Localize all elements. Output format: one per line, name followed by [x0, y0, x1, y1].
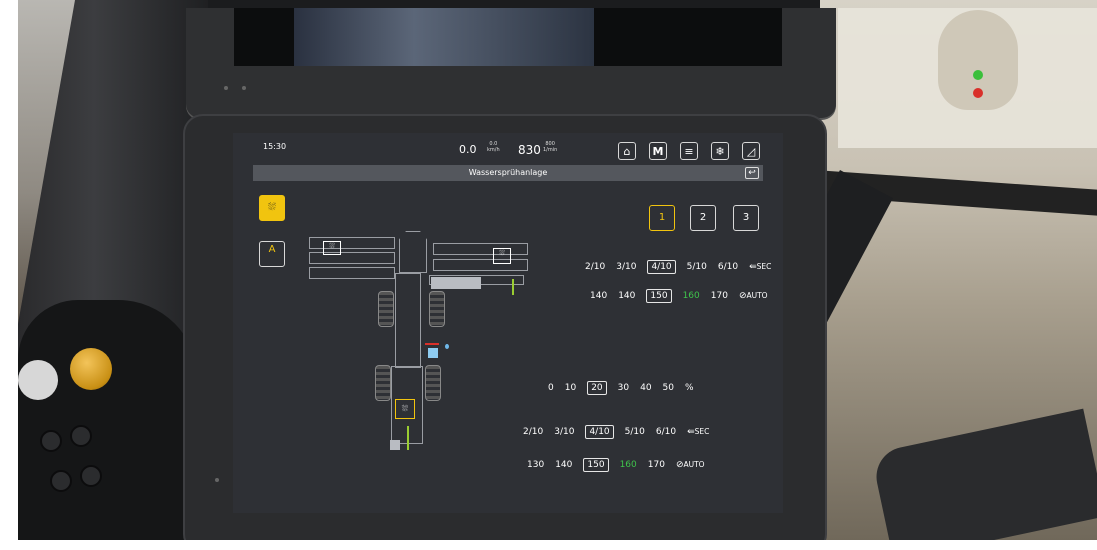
interval-option-selected[interactable]: 4/10 — [647, 260, 676, 274]
interval-option[interactable]: 5/10 — [625, 427, 645, 437]
interval-option-selected[interactable]: 4/10 — [585, 425, 614, 439]
tank-marker — [425, 343, 439, 345]
nozzle-right-icon: ⛆ — [493, 248, 511, 264]
boom-right-mid — [433, 259, 528, 271]
level-mark — [512, 279, 514, 295]
speed-unit: 0.0 km/h — [487, 141, 500, 153]
spray-main-button[interactable]: ⛆ — [259, 195, 285, 221]
boom-fill — [431, 277, 481, 289]
back-button[interactable]: ↩ — [745, 167, 759, 179]
boom-left-top — [309, 237, 395, 249]
machine-body — [395, 273, 421, 368]
border — [0, 540, 1097, 550]
home-icon: ⌂ — [623, 145, 631, 158]
percent-unit: % — [685, 383, 694, 393]
nozzle-1-button[interactable]: 1 — [649, 205, 675, 231]
spray-sec-icon: ⇚SEC — [749, 262, 772, 272]
boom-left-bottom — [309, 267, 395, 279]
wheel-front-left — [378, 291, 394, 327]
interval-option[interactable]: 2/10 — [585, 262, 605, 272]
rear-nozzle-icon: ⛆ — [395, 399, 415, 419]
joystick-right — [938, 10, 1018, 110]
boom-right-top — [433, 243, 528, 255]
interval-option[interactable]: 3/10 — [554, 427, 574, 437]
console-button — [50, 470, 72, 492]
clock: 15:30 — [263, 142, 287, 151]
notes-icon: ≡ — [684, 145, 694, 158]
pressure-option[interactable]: 170 — [711, 291, 728, 301]
wheel-rear-left — [375, 365, 391, 401]
white-knob — [18, 360, 58, 400]
console-button — [40, 430, 62, 452]
spray-auto-button[interactable]: A — [259, 241, 285, 267]
nozzle-1-icon: 1 — [658, 212, 666, 223]
speed-value: 0.0 — [459, 143, 477, 156]
interval-option[interactable]: 3/10 — [616, 262, 636, 272]
drop-icon — [445, 344, 449, 349]
notes-button[interactable]: ≡ — [680, 142, 698, 160]
terminal-screen: 15:30 0.0 0.0 km/h 830 800 1/min ⌂ M ≡ ❄ ◿… — [233, 133, 783, 513]
pressure-option-active[interactable]: 160 — [620, 460, 637, 470]
camera-monitor — [186, 8, 836, 118]
spray-auto-icon: A — [268, 244, 276, 255]
home-button[interactable]: ⌂ — [618, 142, 636, 160]
spray-sec-icon: ⇚SEC — [687, 427, 710, 437]
m-button[interactable]: M — [649, 142, 667, 160]
boom-left-mid — [309, 252, 395, 264]
page-title: Wassersprühanlage — [468, 168, 548, 177]
upper-pressure-row: 140 140 150 160 170 ⊘AUTO — [590, 289, 779, 303]
rpm-unit: 800 1/min — [543, 141, 558, 153]
cab-scene: 15:30 0.0 0.0 km/h 830 800 1/min ⌂ M ≡ ❄ ◿… — [0, 0, 1097, 550]
nozzle-2-icon: 2 — [699, 212, 707, 223]
joystick-left — [18, 300, 198, 540]
percent-option[interactable]: 50 — [663, 383, 674, 393]
wiper-icon: ◿ — [746, 145, 756, 158]
upper-interval-row: 2/10 3/10 4/10 5/10 6/10 ⇚SEC — [585, 260, 782, 274]
pressure-option-selected[interactable]: 150 — [583, 458, 609, 472]
auto-gauge-icon: ⊘AUTO — [675, 460, 705, 470]
interval-option[interactable]: 6/10 — [656, 427, 676, 437]
interval-option[interactable]: 2/10 — [523, 427, 543, 437]
percent-option[interactable]: 0 — [548, 383, 554, 393]
percent-row: 0 10 20 30 40 50% — [548, 381, 705, 395]
rear-level-mark — [407, 426, 409, 450]
yellow-knob — [70, 348, 112, 390]
nozzle-2-button[interactable]: 2 — [690, 205, 716, 231]
pressure-option-active[interactable]: 160 — [683, 291, 700, 301]
camera-view — [234, 8, 782, 66]
interval-option[interactable]: 5/10 — [687, 262, 707, 272]
title-bar: Wassersprühanlage ↩ — [253, 165, 763, 181]
lower-interval-row: 2/10 3/10 4/10 5/10 6/10 ⇚SEC — [523, 425, 720, 439]
rear-fill — [390, 440, 400, 450]
interval-option[interactable]: 6/10 — [718, 262, 738, 272]
console-button — [80, 465, 102, 487]
nozzle-left-icon: ⛆ — [323, 241, 341, 255]
border — [0, 0, 18, 550]
console-button — [70, 425, 92, 447]
rpm-value: 830 — [518, 143, 541, 157]
pressure-option[interactable]: 140 — [590, 291, 607, 301]
percent-option[interactable]: 40 — [640, 383, 651, 393]
percent-option[interactable]: 30 — [618, 383, 629, 393]
wheel-rear-right — [425, 365, 441, 401]
snowflake-icon: ❄ — [715, 145, 725, 158]
status-header: 15:30 0.0 0.0 km/h 830 800 1/min ⌂ M ≡ ❄ ◿ — [233, 133, 783, 163]
auto-gauge-icon: ⊘AUTO — [738, 291, 768, 301]
nozzle-3-icon: 3 — [742, 212, 750, 223]
percent-option-selected[interactable]: 20 — [587, 381, 607, 395]
header-unit — [399, 231, 427, 273]
pressure-option[interactable]: 140 — [555, 460, 572, 470]
wheel-front-right — [429, 291, 445, 327]
wiper-button[interactable]: ◿ — [742, 142, 760, 160]
water-tank-icon — [428, 348, 438, 358]
spray-icon: ⛆ — [268, 202, 276, 213]
pressure-option-selected[interactable]: 150 — [646, 289, 672, 303]
snowflake-button[interactable]: ❄ — [711, 142, 729, 160]
pressure-option[interactable]: 140 — [618, 291, 635, 301]
percent-option[interactable]: 10 — [565, 383, 576, 393]
nozzle-3-button[interactable]: 3 — [733, 205, 759, 231]
lower-pressure-row: 130 140 150 160 170 ⊘AUTO — [527, 458, 716, 472]
pressure-option[interactable]: 170 — [648, 460, 665, 470]
pressure-option[interactable]: 130 — [527, 460, 544, 470]
